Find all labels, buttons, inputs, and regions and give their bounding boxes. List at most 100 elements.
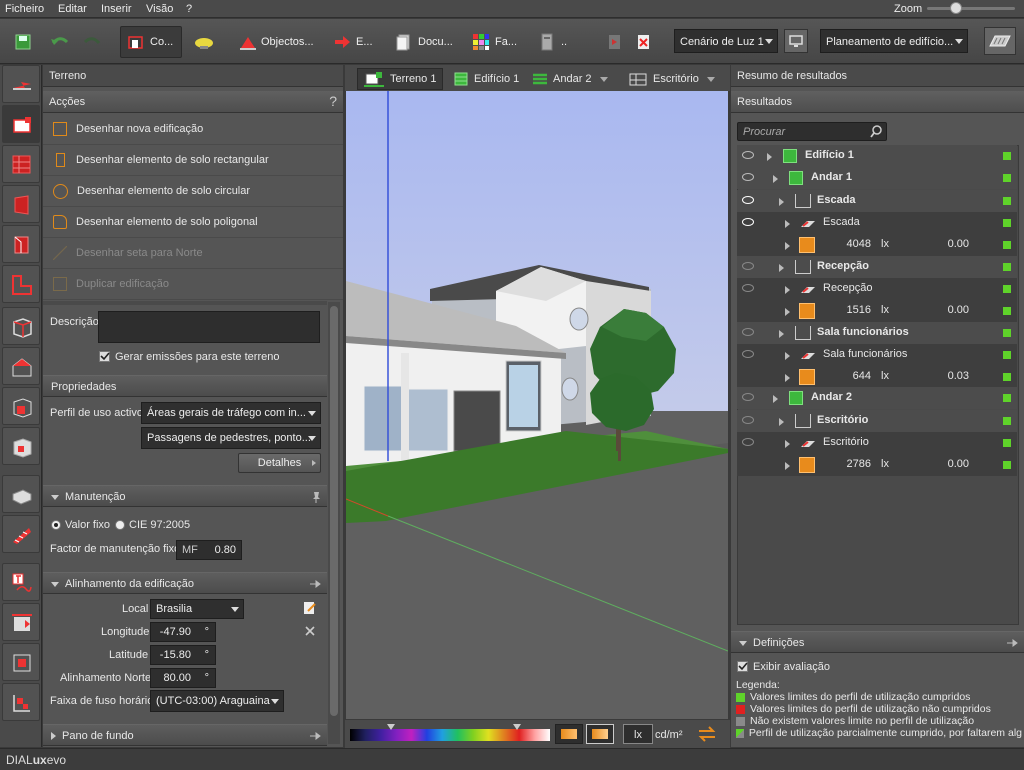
false-color-scale[interactable] [350,729,550,741]
scale-min-handle[interactable] [387,724,395,730]
export-button[interactable]: E... [333,26,373,58]
expand-icon[interactable] [767,153,772,161]
tree-row-room[interactable]: Escritório [737,410,1017,432]
expand-icon[interactable] [779,330,784,338]
action-draw-circle-ground[interactable]: Desenhar elemento de solo circular [43,176,343,207]
tab-room[interactable]: Escritório [622,68,721,90]
tree-row-room[interactable]: Sala funcionários [737,322,1017,344]
timezone-select[interactable]: (UTC-03:00) Araguaina [150,690,284,712]
colors-button[interactable]: Fa... [472,26,517,58]
maintenance-header[interactable]: Manutenção [43,485,327,507]
close-icon[interactable] [304,625,316,637]
mode-building-button[interactable] [2,145,40,183]
redo-button[interactable] [82,26,102,58]
light-scene-settings-button[interactable] [784,29,808,53]
save-button[interactable] [14,26,32,58]
expand-icon[interactable] [785,352,790,360]
radio-cie[interactable] [115,520,125,530]
expand-icon[interactable] [785,374,790,382]
scrollbar-thumb[interactable] [330,306,338,716]
menu-help[interactable]: ? [186,3,192,15]
scene-render[interactable] [346,91,728,719]
expand-icon[interactable] [779,198,784,206]
profile-select-2[interactable]: Passagens de pedestres, ponto... [141,427,321,449]
mode-volume-button[interactable] [2,387,40,425]
pin-icon[interactable] [309,579,321,589]
tab-terrain[interactable]: Terreno 1 [357,68,444,90]
isolines-button[interactable] [555,724,583,744]
mode-room-button[interactable] [2,225,40,263]
documentation-button[interactable]: Docu... [395,26,453,58]
mode-roof-button[interactable] [2,347,40,385]
tree-row-building[interactable]: Edifício 1 [737,145,1017,167]
tree-row-storey[interactable]: Andar 2 [737,387,1017,409]
details-button[interactable]: Detalhes [238,453,321,473]
results-search-input[interactable]: Procurar [737,122,887,141]
description-field[interactable] [98,311,320,343]
unit-lx-button[interactable]: lx [623,724,653,744]
emissions-checkbox[interactable] [99,351,110,362]
construction-button[interactable]: Co... [120,26,182,58]
eye-icon[interactable] [742,218,754,226]
latitude-field[interactable]: -15.80 ° [150,645,216,665]
expand-icon[interactable] [779,418,784,426]
mode-terrain-button[interactable] [2,105,40,143]
zoom-slider[interactable] [927,7,1015,10]
eye-icon[interactable] [742,284,754,292]
light-scene-select[interactable]: Cenário de Luz 1 [674,29,778,53]
tree-row-room[interactable]: Recepção [737,256,1017,278]
eye-icon[interactable] [742,416,754,424]
help-icon[interactable]: ? [329,93,337,109]
tree-row-result[interactable]: 2786 lx 0.00 [737,454,1017,476]
expand-icon[interactable] [785,242,790,250]
ground-plane-button[interactable] [984,27,1016,55]
scale-max-handle[interactable] [513,724,521,730]
menu-editar[interactable]: Editar [58,3,87,15]
action-draw-building[interactable]: Desenhar nova edificação [43,114,343,145]
stop-calc-button[interactable] [635,26,653,58]
tree-row-calc-surface[interactable]: Sala funcionários [737,344,1017,366]
eye-icon[interactable] [742,196,754,204]
radio-fixed[interactable] [51,520,61,530]
mode-cube-button[interactable] [2,307,40,345]
eye-icon[interactable] [742,173,754,181]
menu-visao[interactable]: Visão [146,3,173,15]
expand-icon[interactable] [773,395,778,403]
luminaires-button[interactable] [193,26,215,58]
tree-row-result[interactable]: 1516 lx 0.00 [737,300,1017,322]
profile-select-1[interactable]: Áreas gerais de tráfego com in... [141,402,321,424]
mode-storey-button[interactable] [2,185,40,223]
mode-surface-button[interactable] [2,475,40,513]
mode-section-button[interactable] [2,603,40,641]
tree-row-calc-surface[interactable]: Recepção [737,278,1017,300]
expand-icon[interactable] [785,286,790,294]
tab-storey[interactable]: Andar 2 [526,68,614,90]
eye-icon[interactable] [742,262,754,270]
mode-text-button[interactable] [2,563,40,601]
mode-floorplan-button[interactable] [2,265,40,303]
action-draw-rect-ground[interactable]: Desenhar elemento de solo rectangular [43,145,343,176]
expand-icon[interactable] [785,440,790,448]
false-color-button[interactable] [586,724,614,744]
menu-ficheiro[interactable]: Ficheiro [5,3,44,15]
pin-icon[interactable] [309,731,321,741]
eye-icon[interactable] [742,393,754,401]
expand-icon[interactable] [785,462,790,470]
tree-row-calc-surface[interactable]: Escada [737,212,1017,234]
expand-icon[interactable] [773,175,778,183]
undo-button[interactable] [50,26,70,58]
alignment-header[interactable]: Alinhamento da edificação [43,572,327,594]
chevron-down-icon[interactable] [706,76,715,82]
expand-icon[interactable] [785,308,790,316]
action-draw-polygon-ground[interactable]: Desenhar elemento de solo poligonal [43,207,343,238]
background-header[interactable]: Pano de fundo [43,724,327,746]
edit-location-icon[interactable] [303,601,317,615]
show-evaluation-checkbox[interactable] [737,661,748,672]
zoom-slider-handle[interactable] [950,2,962,14]
calc-button[interactable] [606,26,624,58]
chevron-down-icon[interactable] [599,76,608,82]
tree-row-room[interactable]: Escada [737,190,1017,212]
eye-icon[interactable] [742,350,754,358]
mode-furniture-button[interactable] [2,427,40,465]
mode-dimension-button[interactable] [2,683,40,721]
